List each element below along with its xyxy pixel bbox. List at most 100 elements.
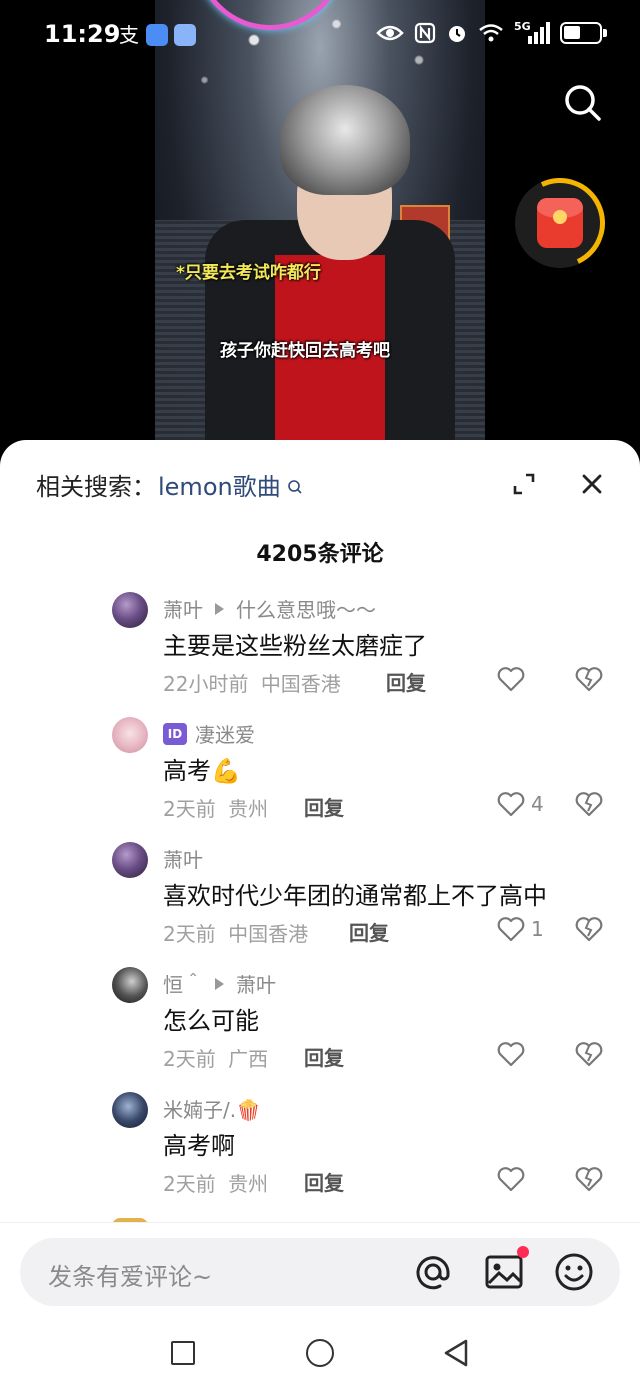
hair <box>280 85 410 195</box>
avatar[interactable] <box>112 1092 148 1128</box>
status-system-icons: 5G <box>376 20 607 44</box>
comment-count-title: 4205条评论 <box>256 542 384 567</box>
battery-icon <box>560 22 607 44</box>
reply-button[interactable]: 回复 <box>386 667 426 696</box>
close-icon[interactable] <box>580 472 604 496</box>
comment-location: 贵州 <box>228 797 269 821</box>
broken-heart-icon[interactable] <box>575 1041 603 1067</box>
app-icon <box>174 24 196 46</box>
notification-dot <box>517 1246 529 1258</box>
comment-username[interactable]: 萧叶 <box>163 594 203 623</box>
like-button[interactable]: 1 <box>497 916 544 942</box>
comment-text[interactable]: 主要是这些粉丝太磨症了 <box>163 626 427 661</box>
comment-location: 中国香港 <box>260 672 341 696</box>
comment-time: 2天前 <box>163 1047 216 1071</box>
expand-icon[interactable] <box>512 472 536 496</box>
video-frame[interactable] <box>155 0 485 470</box>
red-packet-button[interactable] <box>502 165 618 281</box>
related-search-term[interactable]: lemon歌曲 <box>158 467 281 502</box>
search-icon[interactable] <box>562 82 602 122</box>
image-button[interactable] <box>483 1246 529 1293</box>
like-count: 1 <box>531 917 544 941</box>
like-count: 4 <box>531 792 544 816</box>
heart-icon <box>497 1042 525 1067</box>
status-time: 11:29 <box>44 20 121 48</box>
avatar[interactable] <box>112 842 148 878</box>
related-search[interactable]: 相关搜索： lemon歌曲 <box>36 467 303 502</box>
comment-username[interactable]: 恒＾ <box>163 969 203 998</box>
nfc-icon <box>414 22 436 44</box>
comment-item: 恒＾ 萧叶 怎么可能 2天前 广西 回复 <box>0 965 640 1090</box>
comment-text[interactable]: 怎么可能 <box>163 1001 259 1036</box>
recent-apps-button[interactable] <box>171 1341 195 1365</box>
emoji-icon[interactable] <box>553 1251 595 1293</box>
comment-text[interactable]: 喜欢时代少年团的通常都上不了高中 <box>163 876 547 911</box>
comment-username[interactable]: 米婻子/.🍿 <box>163 1094 261 1123</box>
comment-time: 2天前 <box>163 797 216 821</box>
shirt <box>275 255 385 470</box>
comment-reply-to[interactable]: 什么意思哦～～ <box>236 594 376 623</box>
like-button[interactable]: 4 <box>497 791 544 817</box>
alarm-icon <box>449 26 465 42</box>
reply-button[interactable]: 回复 <box>304 1167 344 1196</box>
heart-icon <box>497 917 525 942</box>
search-small-icon <box>287 480 302 494</box>
alipay-icon: 支 <box>119 23 139 47</box>
comment-list: 萧叶 什么意思哦～～ 主要是这些粉丝太磨症了 22小时前 中国香港 回复 ID … <box>0 590 640 1215</box>
comment-username[interactable]: 萧叶 <box>163 844 203 873</box>
comment-time: 22小时前 <box>163 672 249 696</box>
avatar[interactable] <box>112 592 148 628</box>
avatar[interactable] <box>112 967 148 1003</box>
status-bar: 11:29 支 5G <box>0 0 640 70</box>
reply-button[interactable]: 回复 <box>349 917 389 946</box>
eye-icon <box>376 25 404 41</box>
comment-user-line: 萧叶 <box>163 844 203 873</box>
broken-heart-icon[interactable] <box>575 791 603 817</box>
image-icon <box>485 1255 523 1289</box>
comment-user-line: 萧叶 什么意思哦～～ <box>163 594 376 623</box>
comment-user-line: 米婻子/.🍿 <box>163 1094 261 1123</box>
signal-icon: 5G <box>514 20 550 44</box>
browser-icon <box>146 24 168 46</box>
like-button[interactable] <box>497 666 531 692</box>
comment-input[interactable]: 发条有爱评论~ <box>20 1238 620 1306</box>
comment-item: 萧叶 什么意思哦～～ 主要是这些粉丝太磨症了 22小时前 中国香港 回复 <box>0 590 640 715</box>
broken-heart-icon[interactable] <box>575 916 603 942</box>
red-packet-icon <box>537 198 583 248</box>
at-mention-icon[interactable] <box>412 1251 454 1293</box>
status-notification-icons: 支 <box>118 24 196 46</box>
comment-text[interactable]: 高考💪 <box>163 751 241 786</box>
like-button[interactable] <box>497 1166 531 1192</box>
comment-user-line: ID 凄迷爱 <box>163 719 255 748</box>
like-button[interactable] <box>497 1041 531 1067</box>
broken-heart-icon[interactable] <box>575 666 603 692</box>
comment-meta: 2天前 贵州 <box>163 793 268 822</box>
wifi-icon <box>479 24 503 42</box>
comment-input-bar: 发条有爱评论~ <box>0 1222 640 1320</box>
comment-location: 贵州 <box>228 1172 269 1196</box>
reply-button[interactable]: 回复 <box>304 1042 344 1071</box>
comment-meta: 22小时前 中国香港 <box>163 668 341 697</box>
avatar[interactable] <box>112 717 148 753</box>
comment-item: ID 凄迷爱 高考💪 2天前 贵州 回复 4 <box>0 715 640 840</box>
video-caption-top: *只要去考试咋都行 <box>176 263 321 283</box>
home-button[interactable] <box>306 1339 334 1367</box>
comment-item: 米婻子/.🍿 高考啊 2天前 贵州 回复 <box>0 1090 640 1215</box>
comment-user-line: 恒＾ 萧叶 <box>163 969 276 998</box>
back-icon[interactable] <box>442 1338 470 1368</box>
comment-username[interactable]: 凄迷爱 <box>195 719 255 748</box>
comment-time: 2天前 <box>163 922 216 946</box>
id-badge-icon: ID <box>163 722 187 745</box>
reply-to-arrow-icon <box>215 977 224 990</box>
heart-icon <box>497 792 525 817</box>
comment-meta: 2天前 广西 <box>163 1043 268 1072</box>
heart-icon <box>497 1167 525 1192</box>
reply-button[interactable]: 回复 <box>304 792 344 821</box>
battery-level <box>564 26 580 39</box>
heart-icon <box>497 667 525 692</box>
comment-text[interactable]: 高考啊 <box>163 1126 235 1161</box>
comment-location: 中国香港 <box>228 922 309 946</box>
comment-location: 广西 <box>228 1047 269 1071</box>
broken-heart-icon[interactable] <box>575 1166 603 1192</box>
comment-reply-to[interactable]: 萧叶 <box>236 969 276 998</box>
